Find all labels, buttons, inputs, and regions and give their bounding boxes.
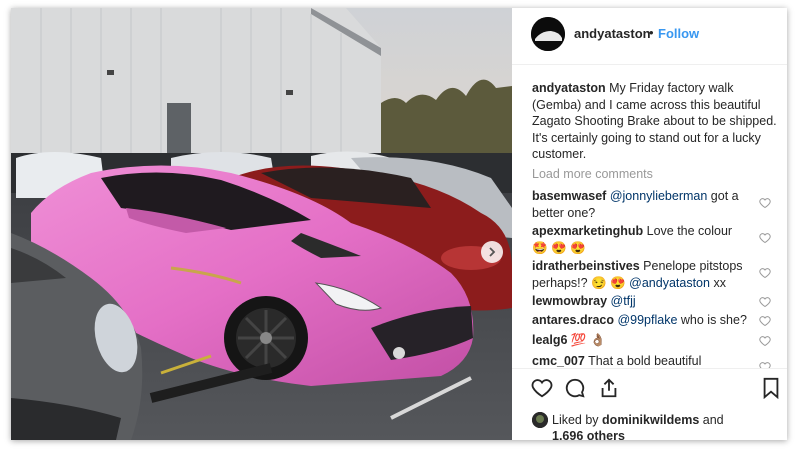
comment-item: lewmowbray @tfjj bbox=[532, 293, 747, 310]
comment-username[interactable]: basemwasef bbox=[532, 189, 606, 203]
liked-by-and: and bbox=[702, 413, 724, 427]
post-photo[interactable] bbox=[11, 8, 512, 440]
comment-like-heart-icon[interactable] bbox=[759, 361, 771, 368]
comment-like-heart-icon[interactable] bbox=[759, 197, 771, 209]
comment-username[interactable]: antares.draco bbox=[532, 313, 614, 327]
avatar-car-icon bbox=[531, 17, 565, 51]
comment-mention[interactable]: @andyataston bbox=[629, 276, 710, 290]
bookmark-icon[interactable] bbox=[761, 377, 781, 399]
comment-text: who is she? bbox=[677, 313, 747, 327]
photo-pink-aston-martin-zagato bbox=[11, 8, 512, 440]
heart-icon[interactable] bbox=[531, 377, 553, 399]
liked-by-username[interactable]: dominikwildems bbox=[602, 413, 699, 427]
load-more-comments-link[interactable]: Load more comments bbox=[532, 167, 653, 181]
comment-text-trailing: xx bbox=[709, 275, 726, 290]
likes-count[interactable]: 1,696 others bbox=[552, 429, 625, 440]
comment-item: apexmarketinghub Love the colour 🤩 😍 😍 bbox=[532, 223, 747, 256]
post-caption: andyataston My Friday factory walk (Gemb… bbox=[532, 80, 777, 163]
comment-list: basemwasef @jonnylieberman got a better … bbox=[532, 180, 787, 368]
comment-item: cmc_007 That a bold beautiful statement … bbox=[532, 353, 747, 368]
next-photo-button[interactable] bbox=[481, 241, 503, 263]
comment-mention[interactable]: @tfjj bbox=[611, 294, 636, 308]
comment-item: lealg6 💯 👌🏽 bbox=[532, 332, 747, 349]
comment-text: 💯 👌🏽 bbox=[567, 333, 606, 347]
liked-by-prefix: Liked by bbox=[552, 413, 599, 427]
chevron-right-icon bbox=[489, 247, 496, 257]
comment-username[interactable]: cmc_007 bbox=[532, 354, 585, 368]
comment-like-heart-icon[interactable] bbox=[759, 315, 771, 327]
caption-username[interactable]: andyataston bbox=[532, 81, 606, 95]
header-username[interactable]: andyataston bbox=[574, 26, 651, 41]
likes-summary: Liked by dominikwildems and 1,696 others bbox=[552, 412, 767, 440]
comment-mention[interactable]: @99pflake bbox=[617, 313, 677, 327]
comment-item: antares.draco @99pflake who is she? bbox=[532, 312, 747, 329]
post-actions: Liked by dominikwildems and 1,696 others bbox=[512, 368, 787, 440]
comment-mention[interactable]: @jonnylieberman bbox=[610, 189, 707, 203]
comment-icon[interactable] bbox=[564, 377, 586, 399]
avatar[interactable] bbox=[531, 17, 565, 51]
comment-like-heart-icon[interactable] bbox=[759, 232, 771, 244]
comment-like-heart-icon[interactable] bbox=[759, 267, 771, 279]
follow-button[interactable]: Follow bbox=[658, 26, 699, 41]
comment-username[interactable]: idratherbeinstives bbox=[532, 259, 640, 273]
comment-username[interactable]: lealg6 bbox=[532, 333, 567, 347]
comment-like-heart-icon[interactable] bbox=[759, 296, 771, 308]
share-icon[interactable] bbox=[598, 377, 620, 399]
separator-dot: • bbox=[649, 25, 654, 40]
comment-item: idratherbeinstives Penelope pitstops per… bbox=[532, 258, 747, 291]
liker-avatar-image bbox=[532, 412, 548, 428]
liker-avatar[interactable] bbox=[532, 412, 548, 428]
post-header: andyataston • Follow bbox=[512, 8, 787, 65]
comment-item: basemwasef @jonnylieberman got a better … bbox=[532, 188, 747, 221]
comment-like-heart-icon[interactable] bbox=[759, 335, 771, 347]
comment-username[interactable]: lewmowbray bbox=[532, 294, 607, 308]
comment-username[interactable]: apexmarketinghub bbox=[532, 224, 643, 238]
instagram-post-window: andyataston • Follow andyataston My Frid… bbox=[11, 8, 787, 440]
post-sidebar: andyataston • Follow andyataston My Frid… bbox=[512, 8, 787, 440]
